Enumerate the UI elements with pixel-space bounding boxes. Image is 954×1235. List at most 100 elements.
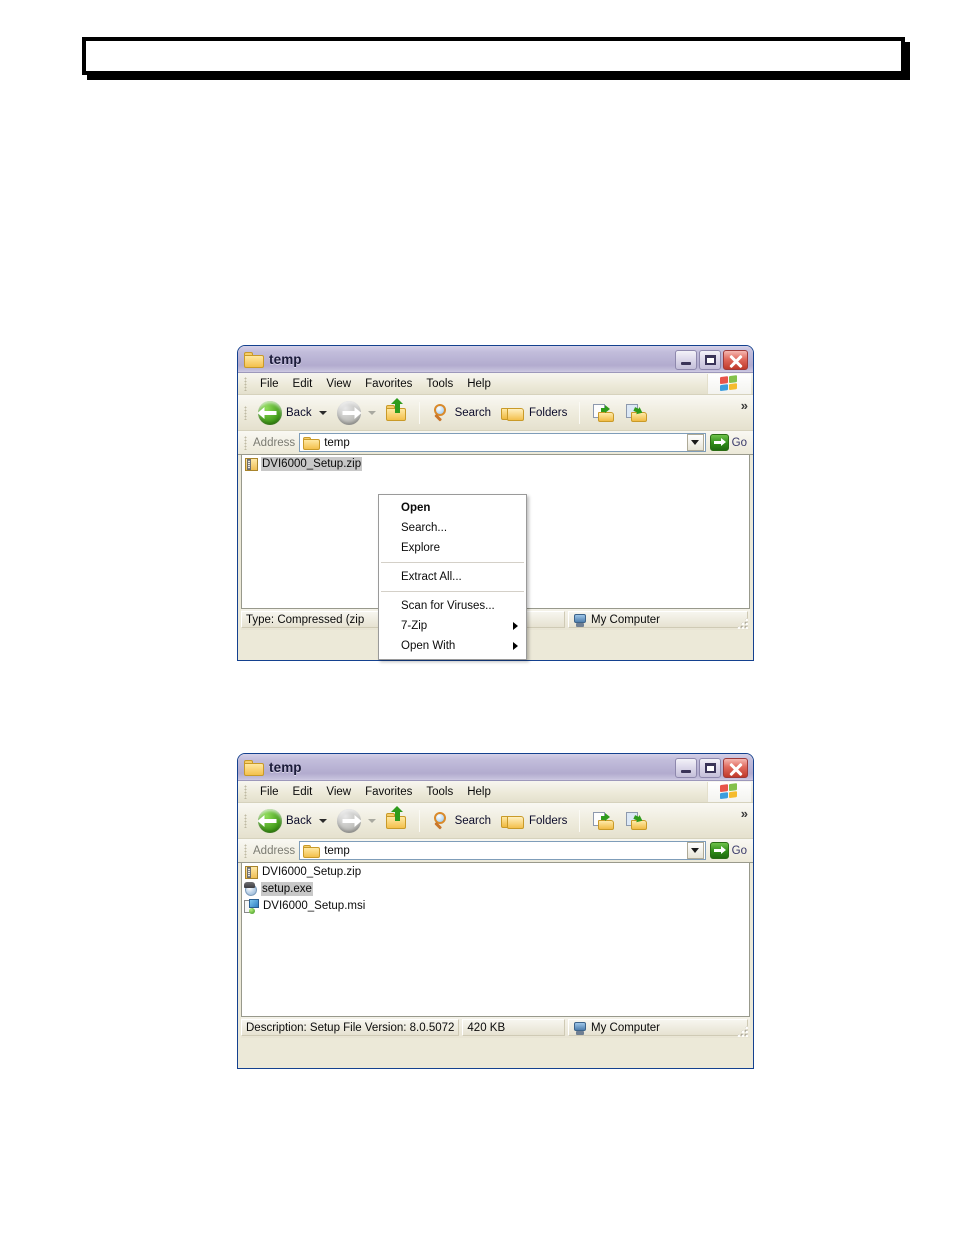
list-item[interactable]: DVI6000_Setup.zip	[242, 864, 362, 880]
address-value: temp	[324, 844, 350, 857]
maximize-button[interactable]	[699, 757, 721, 778]
toolbar-overflow-chevron-icon[interactable]: »	[741, 398, 748, 413]
window2-statusbar: Description: Setup File Version: 8.0.507…	[241, 1017, 750, 1038]
minimize-button[interactable]	[675, 757, 697, 778]
list-item[interactable]: DVI6000_Setup.zip	[242, 456, 363, 472]
window2-addressbar[interactable]: Address temp Go	[238, 839, 753, 863]
search-button[interactable]: Search	[427, 810, 496, 832]
status-zone: My Computer	[568, 1019, 748, 1036]
list-item[interactable]: DVI6000_Setup.msi	[242, 898, 366, 914]
go-button[interactable]: Go	[706, 434, 753, 451]
folder-icon	[244, 351, 264, 368]
windows-flag-icon[interactable]	[707, 374, 751, 394]
menu-item-view[interactable]: View	[319, 376, 358, 392]
maximize-button[interactable]	[699, 349, 721, 370]
addressbar-grip[interactable]	[244, 435, 247, 450]
back-arrow-icon	[257, 400, 282, 425]
go-arrow-icon	[709, 434, 729, 451]
address-input[interactable]: temp	[299, 433, 706, 452]
status-size: 420 KB	[462, 1019, 565, 1036]
context-menu-item-extract-all[interactable]: Extract All...	[379, 567, 526, 587]
context-menu-item-explore[interactable]: Explore	[379, 538, 526, 558]
window1-title: temp	[269, 352, 302, 367]
window2-titlebar[interactable]: temp	[238, 754, 753, 781]
go-button[interactable]: Go	[706, 842, 753, 859]
address-dropdown-button[interactable]	[686, 842, 704, 859]
context-menu-separator-2	[381, 591, 524, 592]
up-button[interactable]	[381, 398, 412, 423]
menu-item-edit[interactable]: Edit	[286, 376, 320, 392]
context-menu-separator-1	[381, 562, 524, 563]
toolbar-grip[interactable]	[244, 405, 247, 420]
close-button[interactable]	[723, 349, 748, 370]
menu-item-help[interactable]: Help	[460, 784, 498, 800]
window2-menubar[interactable]: File Edit View Favorites Tools Help	[238, 781, 753, 803]
address-dropdown-button[interactable]	[686, 434, 704, 451]
menu-item-file[interactable]: File	[253, 784, 286, 800]
back-button[interactable]: Back	[253, 399, 332, 427]
forward-arrow-icon	[336, 808, 362, 833]
window1-titlebar[interactable]: temp	[238, 346, 753, 373]
window1-menubar[interactable]: File Edit View Favorites Tools Help	[238, 373, 753, 395]
address-input[interactable]: temp	[299, 841, 706, 860]
back-label: Back	[286, 406, 312, 419]
forward-dropdown-caret-icon[interactable]	[367, 818, 376, 823]
toolbar-overflow-chevron-icon[interactable]: »	[741, 806, 748, 821]
context-menu-item-scan-for-viruses[interactable]: Scan for Viruses...	[379, 596, 526, 616]
search-button[interactable]: Search	[427, 402, 496, 424]
window2-file-list[interactable]: DVI6000_Setup.zip setup.exe DVI6000_Setu…	[241, 863, 750, 1017]
back-dropdown-caret-icon[interactable]	[318, 410, 327, 415]
menu-item-edit[interactable]: Edit	[286, 784, 320, 800]
go-label: Go	[731, 436, 747, 449]
copy-to-button[interactable]	[620, 810, 653, 832]
toolbar-grip[interactable]	[244, 813, 247, 828]
up-button[interactable]	[381, 806, 412, 831]
forward-dropdown-caret-icon[interactable]	[367, 410, 376, 415]
context-menu[interactable]: Open Search... Explore Extract All... Sc…	[378, 494, 527, 660]
folder-up-icon	[385, 398, 407, 421]
go-arrow-icon	[709, 842, 729, 859]
back-dropdown-caret-icon[interactable]	[318, 818, 327, 823]
context-menu-item-open-with[interactable]: Open With	[379, 636, 526, 656]
move-to-button[interactable]	[587, 810, 620, 832]
window2-controls[interactable]	[675, 757, 750, 778]
forward-button[interactable]	[332, 807, 381, 835]
addressbar-grip[interactable]	[244, 843, 247, 858]
menu-item-view[interactable]: View	[319, 784, 358, 800]
menu-item-file[interactable]: File	[253, 376, 286, 392]
window1-toolbar[interactable]: Back Search Folders »	[238, 395, 753, 431]
menu-item-tools[interactable]: Tools	[419, 376, 460, 392]
move-to-button[interactable]	[587, 402, 620, 424]
windows-flag-icon[interactable]	[707, 782, 751, 802]
file-name: DVI6000_Setup.msi	[263, 900, 366, 912]
window1-addressbar[interactable]: Address temp Go	[238, 431, 753, 455]
window2-toolbar[interactable]: Back Search Folders »	[238, 803, 753, 839]
folders-button[interactable]: Folders	[496, 402, 572, 423]
folders-button[interactable]: Folders	[496, 810, 572, 831]
exe-file-icon	[244, 881, 259, 897]
status-zone: My Computer	[568, 611, 748, 628]
copy-to-button[interactable]	[620, 402, 653, 424]
window1-controls[interactable]	[675, 349, 750, 370]
context-menu-item-search[interactable]: Search...	[379, 518, 526, 538]
folder-up-icon	[385, 806, 407, 829]
submenu-arrow-icon	[513, 642, 518, 650]
minimize-button[interactable]	[675, 349, 697, 370]
context-menu-item-label: 7-Zip	[401, 620, 428, 632]
context-menu-item-open[interactable]: Open	[379, 498, 526, 518]
menu-item-tools[interactable]: Tools	[419, 784, 460, 800]
close-button[interactable]	[723, 757, 748, 778]
menu-item-help[interactable]: Help	[460, 376, 498, 392]
menu-item-favorites[interactable]: Favorites	[358, 376, 419, 392]
menubar-grip[interactable]	[244, 376, 247, 391]
status-description: Description: Setup File Version: 8.0.507…	[241, 1019, 460, 1036]
menu-item-favorites[interactable]: Favorites	[358, 784, 419, 800]
list-item[interactable]: setup.exe	[242, 881, 313, 897]
context-menu-item-7-zip[interactable]: 7-Zip	[379, 616, 526, 636]
back-arrow-icon	[257, 808, 282, 833]
forward-button[interactable]	[332, 399, 381, 427]
explorer-window-2[interactable]: temp File Edit View Favorites Tools Help…	[237, 753, 754, 1069]
back-button[interactable]: Back	[253, 807, 332, 835]
address-label: Address	[253, 844, 296, 857]
menubar-grip[interactable]	[244, 784, 247, 799]
